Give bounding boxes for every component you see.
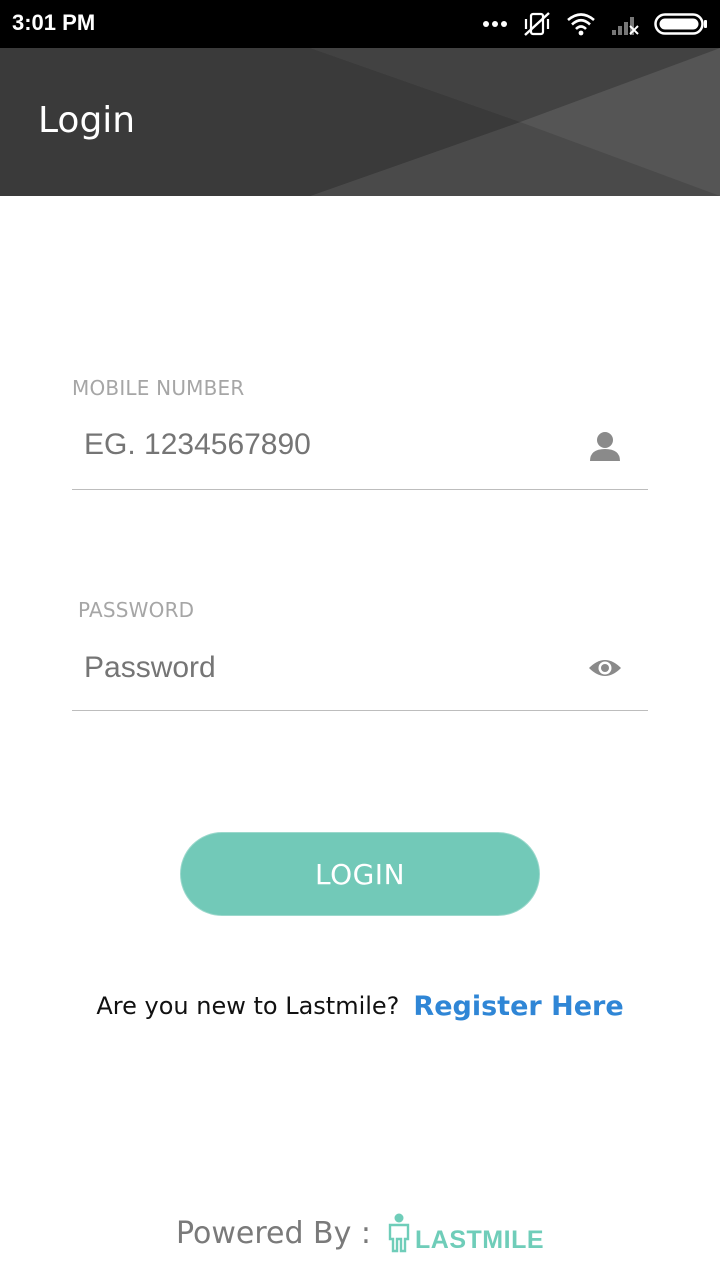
brand-name: LASTMILE	[415, 1226, 545, 1254]
mobile-number-underline	[72, 489, 648, 490]
password-label: PASSWORD	[78, 598, 195, 622]
vibrate-off-icon	[522, 11, 552, 37]
status-bar: 3:01 PM	[0, 0, 720, 48]
eye-icon[interactable]	[588, 656, 622, 685]
password-input[interactable]	[84, 643, 564, 693]
register-link[interactable]: Register Here	[413, 991, 623, 1022]
battery-icon	[654, 12, 708, 36]
status-time: 3:01 PM	[12, 10, 96, 35]
status-icons	[482, 10, 708, 38]
more-dots-icon	[482, 20, 508, 28]
wifi-icon	[566, 12, 596, 36]
mobile-number-label: MOBILE NUMBER	[72, 376, 245, 400]
powered-by-footer: Powered By : LASTMILE	[0, 1208, 720, 1258]
signal-off-icon	[610, 12, 640, 36]
register-row: Are you new to Lastmile? Register Here	[0, 984, 720, 1028]
page-title: Login	[38, 100, 136, 141]
password-underline	[72, 710, 648, 711]
person-icon	[588, 430, 622, 467]
lastmile-figure-icon	[388, 1213, 410, 1253]
powered-by-label: Powered By :	[175, 1215, 372, 1251]
login-button[interactable]: LOGIN	[180, 832, 540, 916]
mobile-number-input[interactable]	[84, 420, 564, 470]
register-question: Are you new to Lastmile?	[96, 992, 400, 1020]
app-bar: Login	[0, 48, 720, 196]
lastmile-logo: LASTMILE	[387, 1213, 544, 1253]
